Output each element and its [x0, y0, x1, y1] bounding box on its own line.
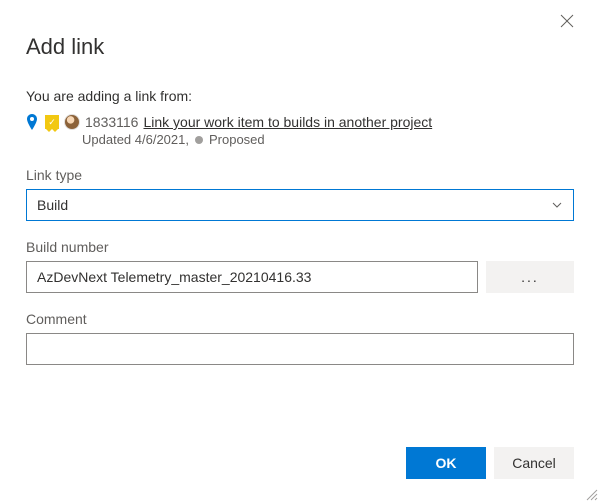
chevron-down-icon — [551, 199, 563, 211]
dialog-title: Add link — [26, 34, 574, 60]
build-number-label: Build number — [26, 239, 574, 255]
cancel-button[interactable]: Cancel — [494, 447, 574, 479]
close-button[interactable] — [560, 14, 576, 30]
close-icon — [560, 14, 574, 28]
link-type-select[interactable]: Build — [26, 189, 574, 221]
link-type-label: Link type — [26, 167, 574, 183]
state-text: Proposed — [209, 132, 265, 147]
work-item-meta: Updated 4/6/2021, Proposed — [82, 132, 574, 147]
ok-button[interactable]: OK — [406, 447, 486, 479]
comment-input[interactable] — [26, 333, 574, 365]
link-type-value: Build — [37, 197, 551, 213]
resize-grip[interactable] — [584, 487, 598, 501]
updated-text: Updated 4/6/2021, — [82, 132, 189, 147]
avatar — [64, 114, 80, 130]
from-label: You are adding a link from: — [26, 88, 574, 104]
badge-icon: ✓ — [45, 115, 59, 129]
work-item-row: ✓ 1833116 Link your work item to builds … — [26, 114, 574, 130]
work-item-link[interactable]: Link your work item to builds in another… — [143, 114, 432, 130]
state-dot-icon — [195, 136, 203, 144]
browse-button[interactable]: ... — [486, 261, 574, 293]
comment-label: Comment — [26, 311, 574, 327]
build-number-input[interactable] — [26, 261, 478, 293]
work-item-id: 1833116 — [85, 114, 138, 130]
pin-icon — [26, 114, 40, 130]
